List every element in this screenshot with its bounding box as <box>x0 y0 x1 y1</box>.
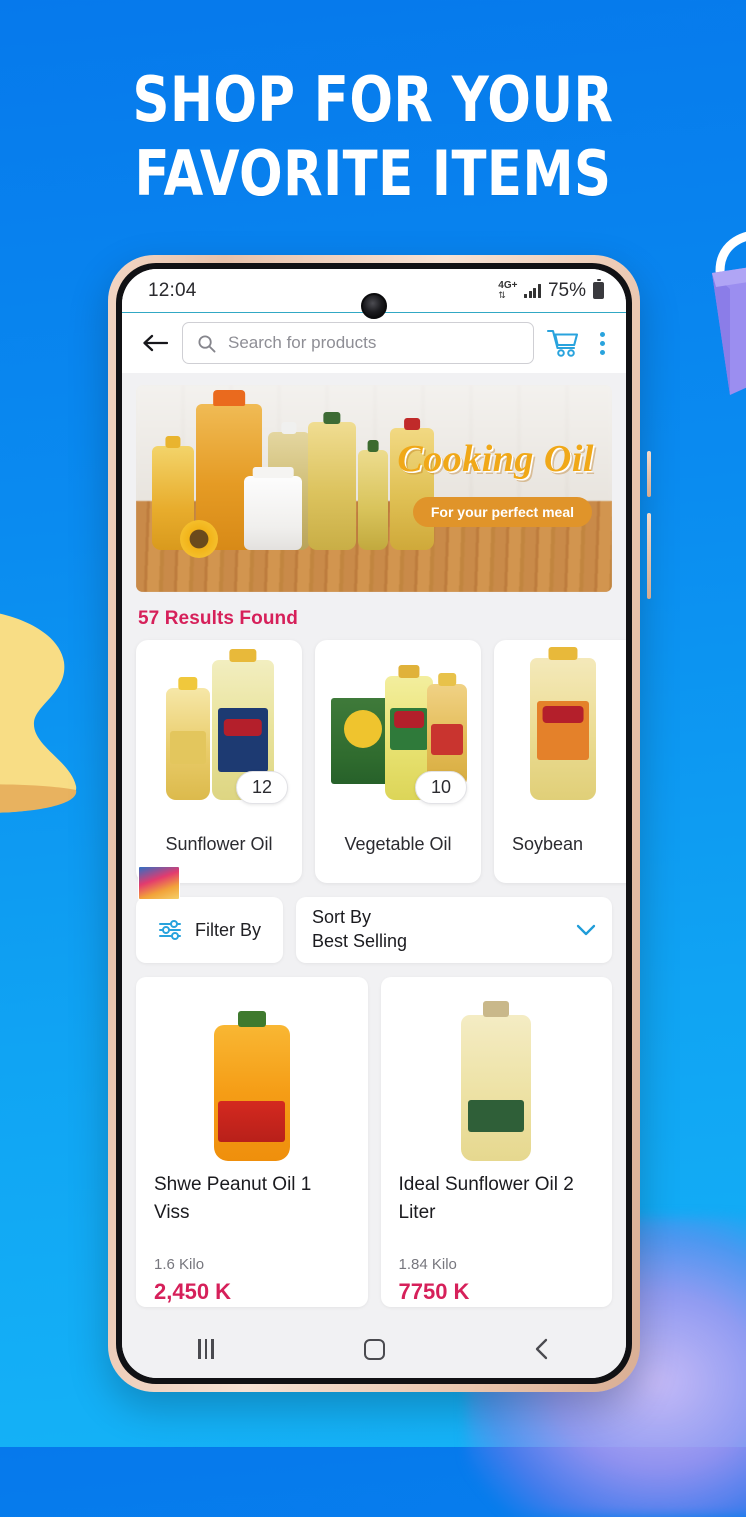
back-icon[interactable] <box>510 1329 574 1369</box>
overflow-menu-icon[interactable] <box>592 331 612 355</box>
brand-badge <box>542 706 584 724</box>
category-image: 10 <box>315 650 481 830</box>
system-nav-bar <box>122 1320 626 1378</box>
search-input[interactable]: Search for products <box>182 322 534 364</box>
banner-bottle <box>308 422 356 550</box>
category-label: Vegetable Oil <box>344 834 452 854</box>
phone-bezel: 12:04 4G+ ⇅ 75% Search for products Cook… <box>116 263 632 1384</box>
chevron-down-icon[interactable] <box>576 924 596 936</box>
banner-title: Cooking Oil <box>397 438 594 480</box>
bottle-label <box>431 723 463 755</box>
product-name: Shwe Peanut Oil 1 Viss <box>154 1174 312 1223</box>
network-indicator: 4G+ ⇅ <box>498 281 517 300</box>
search-icon <box>198 334 216 352</box>
bottle-cap <box>548 647 578 660</box>
main-content: Cooking Oil For your perfect meal 57 Res… <box>122 373 626 1320</box>
product-card[interactable]: Shwe Peanut Oil 1 Viss 1.6 Kilo 2,450 K <box>136 977 368 1307</box>
shopping-cart-icon[interactable] <box>546 328 580 358</box>
banner-coconut-oil-jar <box>244 476 302 550</box>
banner-tagline: For your perfect meal <box>412 497 592 527</box>
bottle-label <box>218 707 268 772</box>
product-weight: 1.84 Kilo <box>398 1256 457 1273</box>
product-weight: 1.6 Kilo <box>154 1256 205 1273</box>
bottle-cap <box>229 649 257 662</box>
sort-by-value: Best Selling <box>312 931 408 951</box>
banner-sunflower-icon <box>180 520 218 558</box>
category-bottle <box>530 647 596 800</box>
bottle-cap <box>398 665 420 678</box>
detergent-thumbnail <box>138 866 180 900</box>
cooking-oil-banner[interactable]: Cooking Oil For your perfect meal <box>136 385 612 592</box>
phone-side-button-volume <box>647 451 651 497</box>
phone-mockup: 12:04 4G+ ⇅ 75% Search for products Cook… <box>108 255 651 1392</box>
banner-bottle <box>358 450 388 550</box>
category-label: Sunflower Oil <box>165 834 273 854</box>
front-camera-icon <box>361 293 387 319</box>
filter-by-button[interactable]: Filter By <box>136 897 283 963</box>
yellow-shape-decoration <box>0 613 77 813</box>
battery-icon <box>593 279 604 299</box>
status-time: 12:04 <box>148 279 197 301</box>
filter-sliders-icon <box>158 920 181 940</box>
product-grid: Shwe Peanut Oil 1 Viss 1.6 Kilo 2,450 K … <box>136 977 612 1307</box>
battery-percent-label: 75% <box>547 279 586 301</box>
status-indicators: 4G+ ⇅ 75% <box>498 279 604 302</box>
back-arrow-icon[interactable] <box>140 328 170 358</box>
sort-by-dropdown[interactable]: Sort By Best Selling <box>296 897 612 963</box>
recents-icon[interactable] <box>174 1329 238 1369</box>
brand-badge <box>394 710 424 728</box>
phone-screen: 12:04 4G+ ⇅ 75% Search for products Cook… <box>122 269 626 1378</box>
category-bottle <box>166 677 210 800</box>
product-image <box>154 991 350 1167</box>
category-image: 12 <box>136 649 302 830</box>
sort-by-label: Sort By <box>312 907 372 927</box>
category-label: Soybean <box>512 834 584 854</box>
category-card-vegetable-oil[interactable]: 10 Vegetable Oil <box>315 640 481 883</box>
shopping-bag-decoration <box>712 231 746 395</box>
brand-badge <box>223 718 263 736</box>
home-icon[interactable] <box>342 1329 406 1369</box>
bottle-cap <box>178 677 198 690</box>
product-name: Ideal Sunflower Oil 2 Liter <box>398 1174 574 1223</box>
category-card-soybean-oil[interactable]: Soybean <box>494 640 626 883</box>
category-image <box>494 647 626 830</box>
results-count: 57 Results Found <box>138 608 298 629</box>
category-count-badge: 10 <box>415 771 467 804</box>
network-arrows-icon: ⇅ <box>498 290 506 300</box>
headline-line-2: FAVORITE ITEMS <box>134 137 612 210</box>
search-placeholder: Search for products <box>228 333 377 352</box>
bottle-label <box>170 730 206 765</box>
category-card-sunflower-oil[interactable]: 12 Sunflower Oil <box>136 640 302 883</box>
filter-by-label: Filter By <box>194 919 261 940</box>
product-card[interactable]: Ideal Sunflower Oil 2 Liter 1.84 Kilo 77… <box>380 977 612 1307</box>
bottle-cap <box>438 673 456 686</box>
app-header: Search for products <box>122 313 626 373</box>
category-count-badge: 12 <box>236 771 288 804</box>
category-list: 12 Sunflower Oil 10 Vegetable Oil Soybea… <box>136 640 626 883</box>
signal-bars-icon <box>524 283 541 298</box>
page-headline: SHOP FOR YOUR FAVORITE ITEMS <box>30 63 716 211</box>
product-price: 7750 K <box>398 1279 470 1304</box>
headline-line-1: SHOP FOR YOUR <box>132 63 614 136</box>
phone-side-button-power <box>647 513 651 599</box>
product-image <box>399 991 595 1167</box>
product-price: 2,450 K <box>154 1279 232 1304</box>
filter-sort-bar: Filter By Sort By Best Selling <box>136 866 612 963</box>
